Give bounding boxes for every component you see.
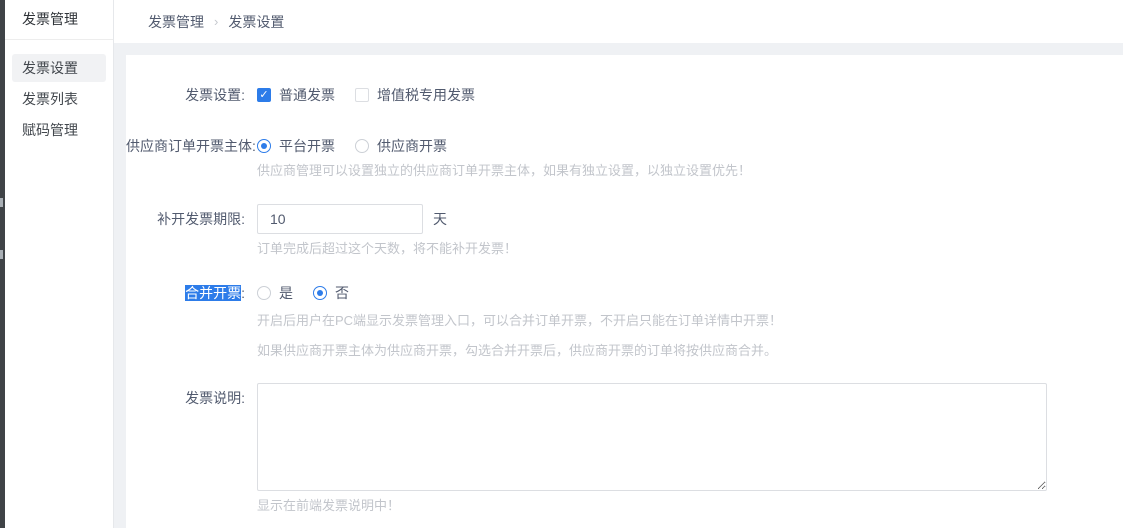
invoice-note-row: 发票说明: 显示在前端发票说明中！ [126,383,1123,515]
radio-group-supplier-invoicing[interactable]: 供应商开票 [355,136,447,156]
invoice-type-label: 发票设置: [126,85,245,105]
sidebar-item-invoice-list[interactable]: 发票列表 [12,85,106,113]
merge-invoice-row: 合并开票: 是 否 开启后用户在PC端显示发票管理入口，可以合并订单开票，不开启… [126,283,1123,360]
sidebar-title: 发票管理 [5,0,113,40]
sidebar-item-label: 赋码管理 [22,122,78,138]
breadcrumb-item-invoice-settings: 发票设置 [228,12,284,32]
sidebar-item-code-management[interactable]: 赋码管理 [12,116,106,144]
breadcrumb: 发票管理 › 发票设置 [114,0,1123,43]
merge-invoice-label: 合并开票: [126,283,245,303]
settings-card: 发票设置: ✓ 普通发票 增值税专用发票 [126,55,1123,528]
checkbox-group-vat-invoice[interactable]: 增值税专用发票 [355,85,475,105]
radio-label: 供应商开票 [377,136,447,156]
supplier-subject-row: 供应商订单开票主体: 平台开票 供应商开票 供应商管理可以设置独立的供应商订单开… [126,136,1123,180]
selected-text-highlight: 合并开票 [185,285,241,301]
content-background: 发票设置: ✓ 普通发票 增值税专用发票 [114,43,1123,528]
checkbox-label: 普通发票 [279,85,335,105]
invoice-type-row: 发票设置: ✓ 普通发票 增值税专用发票 [126,85,1123,105]
breadcrumb-item-invoice-management[interactable]: 发票管理 [148,12,204,32]
main-area: 发票管理 › 发票设置 发票设置: ✓ 普通发票 增值税专用发票 [114,0,1123,528]
radio-group-merge-yes[interactable]: 是 [257,283,293,303]
radio-group-platform-invoicing[interactable]: 平台开票 [257,136,335,156]
sidebar-item-label: 发票设置 [22,60,78,76]
sidebar: 发票管理 发票设置 发票列表 赋码管理 [5,0,114,528]
reissue-limit-row: 补开发票期限: 天 订单完成后超过这个天数，将不能补开发票！ [126,204,1123,258]
reissue-limit-label: 补开发票期限: [126,204,245,234]
checkbox-unchecked-icon[interactable] [355,88,369,102]
radio-unselected-icon[interactable] [355,139,369,153]
radio-label: 平台开票 [279,136,335,156]
rail-icon-mark [0,198,3,207]
radio-unselected-icon[interactable] [257,286,271,300]
checkbox-label: 增值税专用发票 [377,85,475,105]
checkbox-checked-icon[interactable]: ✓ [257,88,271,102]
collapsed-nav-rail [0,0,5,528]
sidebar-item-label: 发票列表 [22,91,78,107]
radio-selected-icon[interactable] [257,139,271,153]
sidebar-menu: 发票设置 发票列表 赋码管理 [5,40,113,144]
invoice-note-helper: 显示在前端发票说明中！ [257,497,1047,515]
days-unit-label: 天 [433,204,447,234]
merge-invoice-helper-1: 开启后用户在PC端显示发票管理入口，可以合并订单开票，不开启只能在订单详情中开票… [257,312,782,330]
sidebar-item-invoice-settings[interactable]: 发票设置 [12,54,106,82]
radio-label: 否 [335,283,349,303]
supplier-subject-helper: 供应商管理可以设置独立的供应商订单开票主体，如果有独立设置，以独立设置优先！ [257,162,751,180]
supplier-subject-label: 供应商订单开票主体: [126,136,245,156]
merge-invoice-helper-2: 如果供应商开票主体为供应商开票，勾选合并开票后，供应商开票的订单将按供应商合并。 [257,342,782,360]
checkbox-group-normal-invoice[interactable]: ✓ 普通发票 [257,85,335,105]
radio-group-merge-no[interactable]: 否 [313,283,349,303]
label-colon: : [241,285,245,301]
radio-selected-icon[interactable] [313,286,327,300]
invoice-note-label: 发票说明: [126,383,245,408]
invoice-note-textarea[interactable] [257,383,1047,491]
rail-icon-mark [0,250,3,259]
reissue-days-input[interactable] [257,204,423,234]
reissue-limit-helper: 订单完成后超过这个天数，将不能补开发票！ [257,240,517,258]
radio-label: 是 [279,283,293,303]
chevron-right-icon: › [214,14,218,29]
